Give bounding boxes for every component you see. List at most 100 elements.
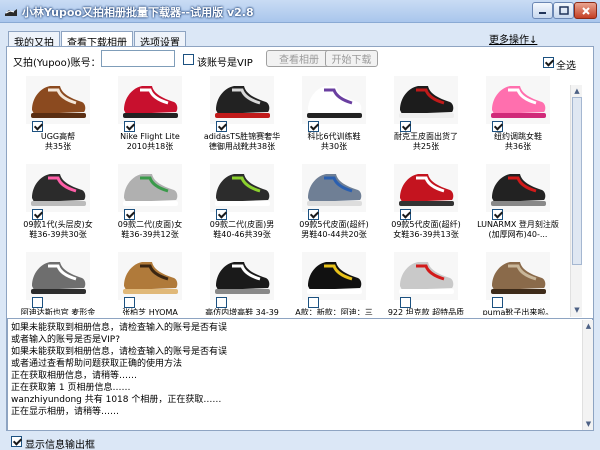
album-item[interactable]: puma靴子出来啦。 [472,248,564,315]
album-caption: 阿迪达斯也官 麦形金 [20,308,96,315]
more-actions-link[interactable]: 更多操作↓ [489,31,537,46]
log-scrollbar[interactable]: ▲ ▼ [582,320,593,430]
blue-runner-icon [302,164,366,212]
album-caption: 09款1代(头层皮)女 鞋36-39共30张 [23,220,93,239]
album-checkbox[interactable] [492,209,503,220]
album-item[interactable]: LUNARMX 登月刻注版 (加厚网布)40-... [472,160,564,248]
album-item[interactable]: 阿迪达斯也官 麦形金 [12,248,104,315]
album-item[interactable]: A款：新款：阿迪：三 [288,248,380,315]
log-lines: 如果未能获取到相册信息，请检查输入的账号是否有误 或者输入的账号是否是VIP? 如果… [11,322,571,418]
album-item[interactable]: 09款5代皮面(超纤) 女鞋36-39共13张 [380,160,472,248]
scroll-thumb[interactable] [572,97,582,265]
log-line: 如果未能获取到相册信息，请检查输入的账号是否有误 [11,347,228,357]
album-checkbox[interactable] [400,209,411,220]
album-checkbox[interactable] [32,209,43,220]
minimize-button[interactable] [532,2,553,19]
start-download-button[interactable]: 开始下载 [325,50,378,67]
album-checkbox[interactable] [216,297,227,308]
album-grid: UGG高帮 共35张 Nike Flight Lite 2010共18张 adida… [10,72,570,315]
album-item[interactable]: 科比6代训练鞋 共30张 [288,72,380,160]
brown-boot-icon [26,76,90,124]
red-high-top-icon [118,76,182,124]
minimize-icon [538,11,546,14]
scroll-down-icon[interactable]: ▼ [572,305,582,315]
album-checkbox[interactable] [308,297,319,308]
log-line: 正在获取第 1 页相册信息…… [11,383,131,393]
title-bar: 小林Yupoo又拍相册批量下载器--试用版 v2.8 [0,0,600,23]
select-all-label: 全选 [556,61,576,72]
tab-options[interactable]: 选项设置 [134,31,186,49]
album-caption: 922 坦克款 超特品质 [387,308,465,315]
album-checkbox[interactable] [308,209,319,220]
log-output[interactable]: 如果未能获取到相册信息，请检查输入的账号是否有误 或者输入的账号是否是VIP? 如果… [7,318,593,431]
maximize-icon [558,6,569,15]
show-output-checkbox[interactable] [11,436,22,447]
album-item[interactable]: adidasTS胜锦赛奢华 德御用战靴共38张 [196,72,288,160]
log-line: 正在显示相册，请稍等…… [11,407,120,417]
album-caption: 09款5代皮面(超纤) 男鞋40-44共20张 [299,220,369,239]
account-input[interactable] [101,50,175,67]
album-checkbox[interactable] [124,121,135,132]
album-checkbox[interactable] [124,297,135,308]
album-item[interactable]: 纽约调跳女鞋 共36张 [472,72,564,160]
album-caption: 科比6代训练鞋 共30张 [307,132,361,151]
pink-black-runner-icon [26,164,90,212]
scroll-up-icon[interactable]: ▲ [572,86,582,96]
album-checkbox[interactable] [400,121,411,132]
album-item[interactable]: UGG高帮 共35张 [12,72,104,160]
black-runner-icon [486,164,550,212]
album-caption: A款：新款：阿迪：三 [295,308,373,315]
close-button[interactable] [574,2,597,19]
grey-skate-icon [26,252,90,300]
show-output-label: 显示信息输出框 [25,440,95,450]
boots-shelf-icon [486,252,550,300]
account-label: 又拍(Yupoo)账号： [13,58,101,69]
leopard-boot-icon [118,252,182,300]
tab-my-yupoo[interactable]: 我的又拍 [8,31,60,49]
album-item[interactable]: 09款5代皮面(超纤) 男鞋40-44共20张 [288,160,380,248]
album-caption: 耐克王皮面出货了 共25张 [394,132,458,151]
log-line: 或者输入的账号是否是VIP? [11,335,121,345]
album-checkbox[interactable] [32,121,43,132]
grey-runner-icon [118,164,182,212]
album-caption: LUNARMX 登月刻注版 (加厚网布)40-... [477,220,559,239]
vip-checkbox[interactable] [183,54,194,65]
album-checkbox[interactable] [32,297,43,308]
maximize-button[interactable] [553,2,574,19]
album-item[interactable]: 09款二代(皮面)女 鞋36-39共12张 [104,160,196,248]
black-yellow-sneaker-icon [302,252,366,300]
album-item[interactable]: 922 坦克款 超特品质 [380,248,472,315]
album-caption: 09款二代(皮面)女 鞋36-39共12张 [117,220,183,239]
album-item[interactable]: 09款二代(皮面)男 鞋40-46共39张 [196,160,288,248]
album-caption: Nike Flight Lite 2010共18张 [120,132,180,151]
log-line: wanzhiyundong 共有 1018 个相册，正在获取…… [11,395,222,405]
select-all-checkbox[interactable] [543,57,554,68]
album-checkbox[interactable] [124,209,135,220]
black-red-sneaker-icon [394,76,458,124]
tab-strip: 我的又拍 查看下载相册 选项设置 [8,31,187,49]
album-checkbox[interactable] [216,209,227,220]
album-item[interactable]: 张柏芝 HYOMA [104,248,196,315]
album-item[interactable]: 高仿内增高鞋 34-39 [196,248,288,315]
green-runner-icon [210,164,274,212]
black-high-top-icon [210,76,274,124]
album-grid-scrollbar[interactable]: ▲ ▼ [570,85,582,317]
album-checkbox[interactable] [308,121,319,132]
log-line: 正在获取相册信息，请稍等…… [11,371,138,381]
view-albums-button[interactable]: 查看相册 [266,50,332,67]
album-caption: puma靴子出来啦。 [482,308,554,315]
album-item[interactable]: 耐克王皮面出货了 共25张 [380,72,472,160]
log-line: 或者通过查看帮助问题获取正确的使用方法 [11,359,183,369]
album-checkbox[interactable] [492,297,503,308]
album-item[interactable]: 09款1代(头层皮)女 鞋36-39共30张 [12,160,104,248]
log-scroll-down-icon[interactable]: ▼ [583,419,594,429]
album-checkbox[interactable] [400,297,411,308]
vip-label: 该账号是VIP [197,58,253,69]
red-runner-icon [394,164,458,212]
log-scroll-up-icon[interactable]: ▲ [583,321,594,331]
album-item[interactable]: Nike Flight Lite 2010共18张 [104,72,196,160]
album-checkbox[interactable] [216,121,227,132]
album-checkbox[interactable] [492,121,503,132]
album-caption: 高仿内增高鞋 34-39 [205,308,279,315]
album-caption: UGG高帮 共35张 [40,132,76,151]
